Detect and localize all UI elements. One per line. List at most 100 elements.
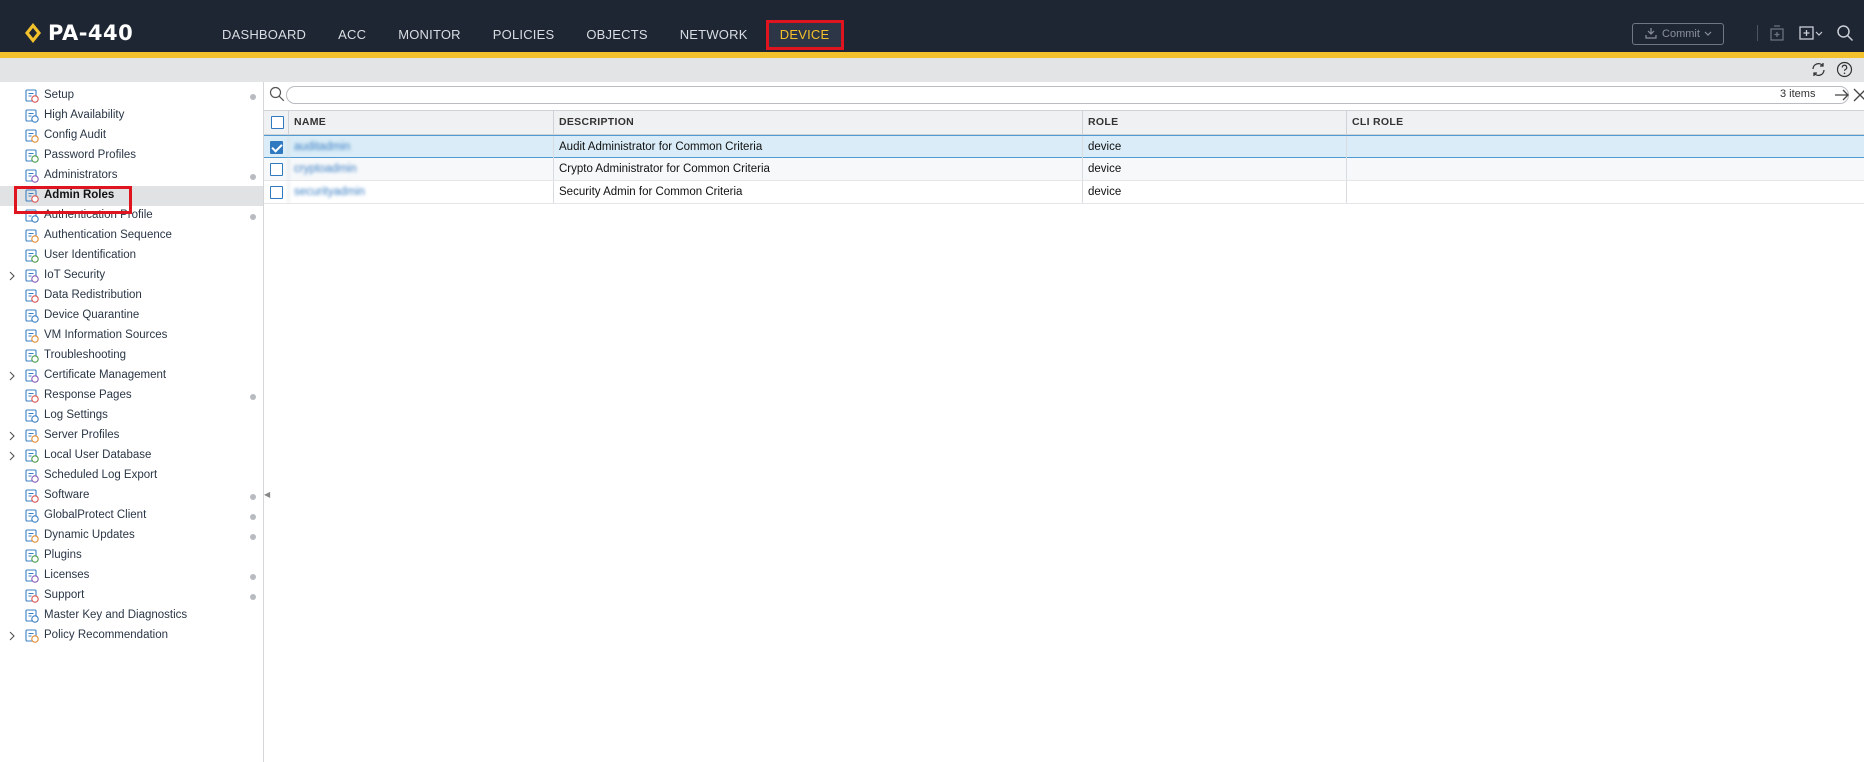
row-checkbox[interactable]: [270, 186, 283, 199]
sidebar-item-certificate-management[interactable]: Certificate Management: [0, 366, 263, 386]
chevron-right-icon[interactable]: [7, 451, 17, 461]
app-logo: PA-440: [24, 20, 133, 46]
iot-icon: [24, 268, 40, 284]
sidebar-item-log-settings[interactable]: Log Settings: [0, 406, 263, 426]
filter-input[interactable]: [286, 86, 1849, 104]
sidebar-item-label: Licenses: [44, 569, 90, 581]
sidebar-item-software[interactable]: Software: [0, 486, 263, 506]
sidebar-item-administrators[interactable]: Administrators: [0, 166, 263, 186]
sidebar-item-password-profiles[interactable]: Password Profiles: [0, 146, 263, 166]
chevron-right-icon[interactable]: [7, 431, 17, 441]
sidebar-item-setup[interactable]: Setup: [0, 86, 263, 106]
sidebar-item-label: Scheduled Log Export: [44, 469, 158, 481]
sidebar-item-label: Local User Database: [44, 449, 152, 461]
commit-label: Commit: [1662, 28, 1700, 40]
lock-icon[interactable]: [1768, 24, 1786, 42]
sidebar-collapse-handle[interactable]: ◀: [264, 490, 270, 520]
cli-role: [1346, 158, 1864, 180]
role-scope: device: [1082, 158, 1346, 180]
role-name-link[interactable]: auditadmin: [288, 136, 553, 158]
sidebar-item-iot-security[interactable]: IoT Security: [0, 266, 263, 286]
status-dot: [250, 574, 256, 580]
sidebar-item-label: Master Key and Diagnostics: [44, 609, 188, 621]
cli-role: [1346, 136, 1864, 158]
role-name-link[interactable]: cryptoadmin: [288, 158, 553, 180]
nav-tab-device[interactable]: DEVICE: [765, 20, 844, 50]
clear-filter-icon[interactable]: [1852, 87, 1864, 103]
sidebar-item-label: Password Profiles: [44, 149, 137, 161]
help-icon[interactable]: [1836, 61, 1853, 78]
user-id-icon: [24, 248, 40, 264]
sidebar-item-user-identification[interactable]: User Identification: [0, 246, 263, 266]
role-name-link[interactable]: securityadmin: [288, 181, 553, 203]
sidebar-item-label: Certificate Management: [44, 369, 167, 381]
sidebar-item-config-audit[interactable]: Config Audit: [0, 126, 263, 146]
globalprotect-icon: [24, 508, 40, 524]
config-icon[interactable]: [1798, 24, 1824, 42]
app-title: PA-440: [48, 21, 134, 45]
column-header-description[interactable]: DESCRIPTION: [553, 111, 1082, 134]
column-header-role[interactable]: ROLE: [1082, 111, 1346, 134]
sidebar-item-label: User Identification: [44, 249, 137, 261]
sidebar-item-admin-roles[interactable]: Admin Roles: [0, 186, 263, 206]
support-icon: [24, 588, 40, 604]
nav-tab-network[interactable]: NETWORK: [664, 20, 764, 50]
sidebar-item-high-availability[interactable]: High Availability: [0, 106, 263, 126]
sidebar-item-licenses[interactable]: Licenses: [0, 566, 263, 586]
sidebar-item-scheduled-log-export[interactable]: Scheduled Log Export: [0, 466, 263, 486]
role-description: Audit Administrator for Common Criteria: [553, 136, 1082, 158]
nav-tab-policies[interactable]: POLICIES: [477, 20, 571, 50]
nav-tab-monitor[interactable]: MONITOR: [382, 20, 477, 50]
refresh-icon[interactable]: [1810, 61, 1827, 78]
sidebar-item-dynamic-updates[interactable]: Dynamic Updates: [0, 526, 263, 546]
row-checkbox[interactable]: [270, 141, 283, 154]
select-all-checkbox[interactable]: [271, 116, 284, 129]
role-description: Security Admin for Common Criteria: [553, 181, 1082, 203]
nav-tab-objects[interactable]: OBJECTS: [570, 20, 663, 50]
chevron-right-icon[interactable]: [7, 631, 17, 641]
search-icon[interactable]: [1836, 24, 1854, 42]
response-pages-icon: [24, 388, 40, 404]
apply-filter-icon[interactable]: [1834, 87, 1850, 103]
sidebar-item-device-quarantine[interactable]: Device Quarantine: [0, 306, 263, 326]
sidebar-item-support[interactable]: Support: [0, 586, 263, 606]
status-dot: [250, 94, 256, 100]
column-header-name[interactable]: NAME: [288, 111, 553, 134]
sidebar-item-globalprotect-client[interactable]: GlobalProtect Client: [0, 506, 263, 526]
commit-button[interactable]: Commit: [1632, 23, 1724, 45]
plugins-icon: [24, 548, 40, 564]
dynamic-updates-icon: [24, 528, 40, 544]
sidebar-item-response-pages[interactable]: Response Pages: [0, 386, 263, 406]
setup-icon: [24, 88, 40, 104]
sidebar-item-authentication-sequence[interactable]: Authentication Sequence: [0, 226, 263, 246]
sidebar-item-master-key-and-diagnostics[interactable]: Master Key and Diagnostics: [0, 606, 263, 626]
status-dot: [250, 394, 256, 400]
software-icon: [24, 488, 40, 504]
chevron-right-icon[interactable]: [7, 371, 17, 381]
sidebar-item-data-redistribution[interactable]: Data Redistribution: [0, 286, 263, 306]
sidebar-item-vm-information-sources[interactable]: VM Information Sources: [0, 326, 263, 346]
sidebar-item-authentication-profile[interactable]: Authentication Profile: [0, 206, 263, 226]
nav-tab-dashboard[interactable]: DASHBOARD: [206, 20, 322, 50]
password-icon: [24, 148, 40, 164]
sidebar-item-label: Admin Roles: [44, 189, 115, 201]
chevron-right-icon[interactable]: [7, 271, 17, 281]
nav-tab-acc[interactable]: ACC: [322, 20, 382, 50]
sidebar-item-label: Response Pages: [44, 389, 132, 401]
table-row[interactable]: auditadmin Audit Administrator for Common…: [264, 135, 1864, 158]
sidebar-item-troubleshooting[interactable]: Troubleshooting: [0, 346, 263, 366]
sidebar-item-label: Config Audit: [44, 129, 107, 141]
row-checkbox[interactable]: [270, 163, 283, 176]
master-key-icon: [24, 608, 40, 624]
sidebar-item-policy-recommendation[interactable]: Policy Recommendation: [0, 626, 263, 646]
sidebar-item-local-user-database[interactable]: Local User Database: [0, 446, 263, 466]
table-row[interactable]: securityadmin Security Admin for Common C…: [264, 181, 1864, 204]
secondary-toolbar: [0, 58, 1864, 82]
sidebar-item-plugins[interactable]: Plugins: [0, 546, 263, 566]
toolbar-divider: [1757, 25, 1758, 41]
table-header: NAME DESCRIPTION ROLE CLI ROLE: [264, 110, 1864, 135]
column-header-cli-role[interactable]: CLI ROLE: [1346, 111, 1864, 134]
sidebar-item-server-profiles[interactable]: Server Profiles: [0, 426, 263, 446]
table-row[interactable]: cryptoadmin Crypto Administrator for Comm…: [264, 158, 1864, 181]
chevron-down-icon: [1704, 28, 1712, 40]
